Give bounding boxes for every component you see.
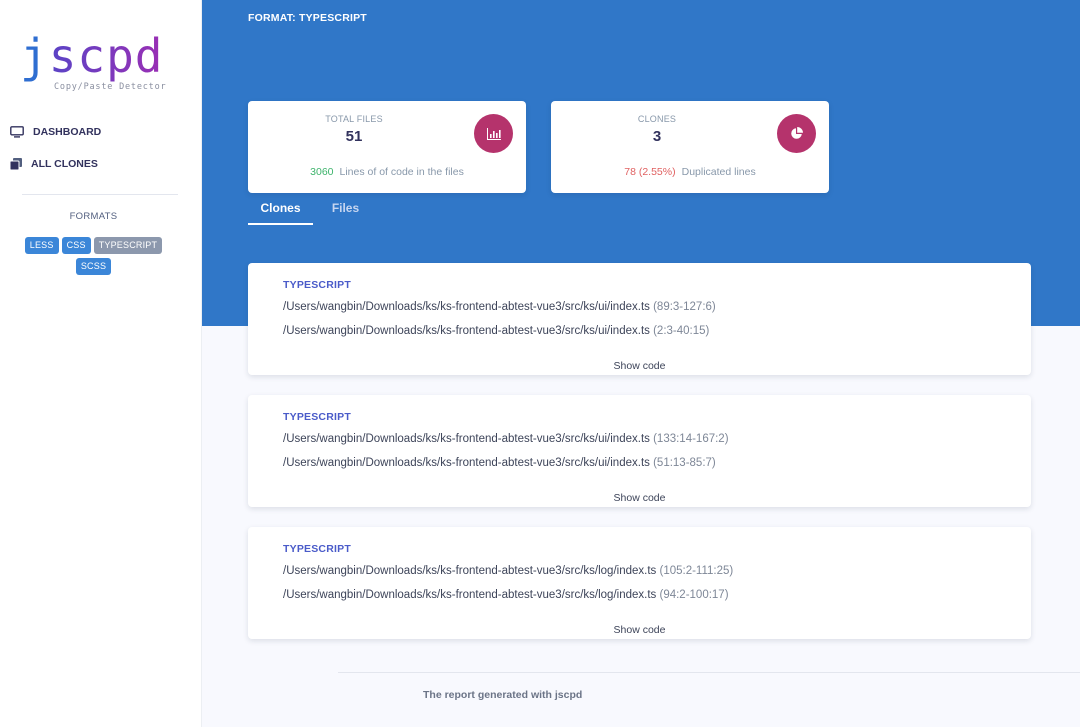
page-title: FORMAT: TYPESCRIPT <box>248 12 367 24</box>
clone-card: TYPESCRIPT /Users/wangbin/Downloads/ks/k… <box>248 395 1031 507</box>
clone-card: TYPESCRIPT /Users/wangbin/Downloads/ks/k… <box>248 527 1031 639</box>
clone-path: /Users/wangbin/Downloads/ks/ks-frontend-… <box>283 325 650 337</box>
clone-location-b: /Users/wangbin/Downloads/ks/ks-frontend-… <box>283 457 716 469</box>
format-chip-typescript[interactable]: TYPESCRIPT <box>93 237 163 254</box>
clone-range: (105:2-111:25) <box>659 565 734 577</box>
bar-chart-icon <box>474 114 513 153</box>
clone-location-b: /Users/wangbin/Downloads/ks/ks-frontend-… <box>283 589 729 601</box>
footer-credit: The report generated with jscpd <box>423 689 583 701</box>
view-tabs: Clones Files <box>248 194 378 225</box>
stat-footnote: 3060 Lines of of code in the files <box>248 166 526 178</box>
stat-label: CLONES <box>637 114 677 124</box>
clone-card: TYPESCRIPT /Users/wangbin/Downloads/ks/k… <box>248 263 1031 375</box>
show-code-button[interactable]: Show code <box>248 360 1031 372</box>
format-chip-css[interactable]: CSS <box>61 237 91 254</box>
clone-path: /Users/wangbin/Downloads/ks/ks-frontend-… <box>283 565 657 577</box>
stat-foot-value: 3060 <box>310 166 334 178</box>
clone-location-a: /Users/wangbin/Downloads/ks/ks-frontend-… <box>283 565 733 577</box>
clone-range: (89:3-127:6) <box>653 301 716 313</box>
clone-format-label: TYPESCRIPT <box>283 411 351 423</box>
stat-card-clones: CLONES 3 78 (2.55%) Duplicated lines <box>551 101 829 193</box>
nav-all-clones-label: ALL CLONES <box>31 158 98 170</box>
logo-wordmark: jscpd <box>20 29 164 83</box>
sidebar-divider <box>22 194 178 195</box>
sidebar: jscpd Copy/Paste Detector DASHBOARD ALL … <box>0 0 202 727</box>
clone-location-a: /Users/wangbin/Downloads/ks/ks-frontend-… <box>283 433 729 445</box>
jscpd-logo[interactable]: jscpd Copy/Paste Detector <box>20 28 190 94</box>
stat-foot-text: Duplicated lines <box>681 166 756 178</box>
nav-dashboard-label: DASHBOARD <box>33 126 102 138</box>
clone-range: (133:14-167:2) <box>653 433 729 445</box>
show-code-button[interactable]: Show code <box>248 492 1031 504</box>
monitor-icon <box>10 126 24 138</box>
clone-format-label: TYPESCRIPT <box>283 543 351 555</box>
stat-foot-text: Lines of of code in the files <box>339 166 464 178</box>
clone-path: /Users/wangbin/Downloads/ks/ks-frontend-… <box>283 589 657 601</box>
stat-foot-value: 78 (2.55%) <box>624 166 676 178</box>
copy-icon <box>10 158 22 170</box>
clone-path: /Users/wangbin/Downloads/ks/ks-frontend-… <box>283 301 650 313</box>
tab-files[interactable]: Files <box>313 194 378 225</box>
stat-value: 51 <box>345 128 363 145</box>
clone-path: /Users/wangbin/Downloads/ks/ks-frontend-… <box>283 433 650 445</box>
clone-range: (2:3-40:15) <box>653 325 710 337</box>
tab-clones[interactable]: Clones <box>248 194 313 225</box>
stat-label: TOTAL FILES <box>325 114 383 124</box>
footer-divider <box>338 672 1080 673</box>
stat-card-total-files: TOTAL FILES 51 3060 Lines of of code in t… <box>248 101 526 193</box>
nav-dashboard[interactable]: DASHBOARD <box>10 126 101 138</box>
clone-path: /Users/wangbin/Downloads/ks/ks-frontend-… <box>283 457 650 469</box>
format-chip-scss[interactable]: SCSS <box>75 258 112 275</box>
nav-all-clones[interactable]: ALL CLONES <box>10 158 98 170</box>
stat-value: 3 <box>652 128 662 145</box>
clone-location-b: /Users/wangbin/Downloads/ks/ks-frontend-… <box>283 325 709 337</box>
format-chip-less[interactable]: LESS <box>24 237 59 254</box>
logo-subtitle: Copy/Paste Detector <box>54 82 167 92</box>
clone-range: (51:13-85:7) <box>653 457 716 469</box>
show-code-button[interactable]: Show code <box>248 624 1031 636</box>
formats-heading: FORMATS <box>69 211 118 222</box>
clone-range: (94:2-100:17) <box>659 589 729 601</box>
clone-location-a: /Users/wangbin/Downloads/ks/ks-frontend-… <box>283 301 716 313</box>
stat-footnote: 78 (2.55%) Duplicated lines <box>551 166 829 178</box>
pie-chart-icon <box>777 114 816 153</box>
format-chips: LESS CSS TYPESCRIPT SCSS <box>20 237 167 275</box>
clone-format-label: TYPESCRIPT <box>283 279 351 291</box>
